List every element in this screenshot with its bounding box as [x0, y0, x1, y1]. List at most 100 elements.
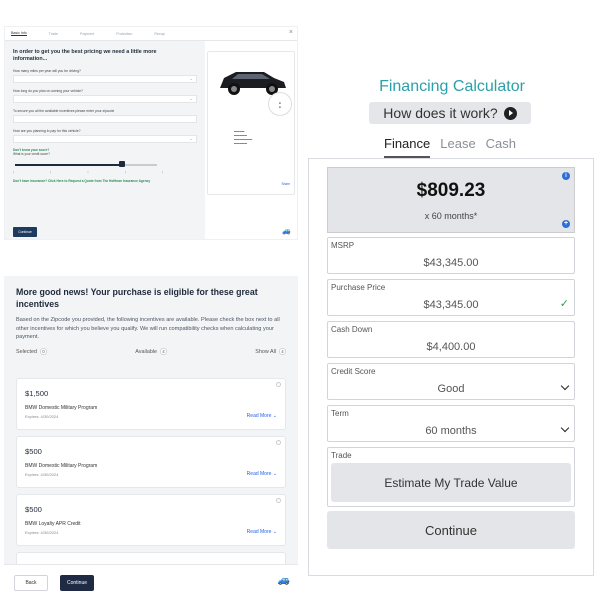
payment-type-tabs: Finance Lease Cash	[384, 136, 526, 158]
incentives-panel: More good news! Your purchase is eligibl…	[4, 276, 298, 596]
chevron-down-icon: ⌄	[189, 96, 193, 101]
slider-handle[interactable]	[118, 161, 125, 167]
question-miles: How many miles per year will you be driv…	[13, 69, 81, 73]
purchase-price-value: $43,345.00	[423, 299, 479, 311]
incentive-card[interactable]: $1,500 BMW Domestic Military Program Exp…	[16, 378, 286, 430]
cash-down-field[interactable]: Cash Down $4,400.00	[327, 321, 575, 358]
incentives-footer: Back Continue 🚙	[4, 564, 298, 596]
incentive-checkbox[interactable]	[276, 440, 281, 445]
incentive-expiry: Expires: 4/30/2024	[25, 530, 59, 535]
car-icon: 🚙	[282, 228, 291, 235]
read-more-link[interactable]: Read More ⌄	[247, 413, 277, 419]
selected-count-badge: 0	[39, 347, 47, 355]
tab-cash[interactable]: Cash	[486, 136, 516, 158]
question-zipcode: To secure you all the available incentiv…	[13, 109, 115, 113]
play-icon	[503, 106, 517, 120]
slider-scale: | | | | |	[13, 170, 163, 174]
zipcode-input[interactable]	[13, 115, 197, 123]
share-link[interactable]: Share	[281, 182, 290, 186]
term-select[interactable]: Term 60 months	[327, 405, 575, 442]
incentives-title: More good news! Your purchase is eligibl…	[16, 287, 258, 309]
tab-available[interactable]: Available 4	[135, 347, 168, 355]
estimate-trade-button[interactable]: Estimate My Trade Value	[331, 463, 571, 502]
trade-in-wizard-panel: Basic Info Trade Payment Protection Reca…	[4, 26, 298, 240]
question-payment: How are you planning to pay for this veh…	[13, 129, 81, 133]
chevron-down-icon: ⌄	[272, 413, 277, 419]
continue-button[interactable]: Continue	[60, 575, 94, 591]
checkmark-icon: ✓	[559, 298, 569, 310]
payment-term: x 60 months*	[424, 211, 478, 221]
step-basic-info[interactable]: Basic Info	[11, 31, 27, 36]
how-it-works-button[interactable]: How does it work?	[369, 102, 531, 124]
monthly-payment: $809.23	[416, 180, 486, 201]
expand-icon[interactable]: +	[562, 220, 570, 228]
purchase-price-label: Purchase Price	[331, 283, 386, 292]
msrp-label: MSRP	[331, 241, 355, 250]
step-payment[interactable]: Payment	[80, 32, 94, 36]
incentive-name: BMW Domestic Military Program	[25, 405, 98, 411]
car-icon: 🚙	[277, 575, 290, 586]
wizard-continue-button[interactable]: Continue	[13, 227, 37, 237]
incentive-expiry: Expires: 4/30/2024	[25, 414, 59, 419]
vehicle-details: ▬▬▬▬ ▬▬▬▬▬ ▬▬▬▬▬▬▬ ▬▬▬▬▬	[234, 130, 253, 145]
msrp-field[interactable]: MSRP $43,345.00	[327, 237, 575, 274]
credit-score-question: What is your credit score?	[13, 152, 50, 156]
read-more-link[interactable]: Read More ⌄	[247, 529, 277, 535]
calculator-continue-button[interactable]: Continue	[327, 511, 575, 549]
incentive-card[interactable]: $500 BMW Loyalty APR Credit Expires: 4/3…	[16, 494, 286, 546]
showall-count-badge: 4	[278, 347, 286, 355]
price-bubble: ● ●	[268, 92, 292, 116]
wizard-form: In order to get you the best pricing we …	[5, 41, 205, 239]
credit-score-slider[interactable]	[13, 158, 197, 170]
credit-score-select[interactable]: Credit Score Good	[327, 363, 575, 400]
close-icon[interactable]: ×	[289, 29, 293, 36]
incentive-expiry: Expires: 4/30/2024	[25, 472, 59, 477]
step-protection[interactable]: Protection	[116, 32, 132, 36]
cash-down-label: Cash Down	[331, 325, 373, 334]
msrp-value: $43,345.00	[423, 257, 479, 269]
tab-finance[interactable]: Finance	[384, 136, 431, 158]
trade-section: Trade Estimate My Trade Value	[327, 447, 575, 507]
incentive-amount: $500	[25, 505, 42, 514]
cash-down-value: $4,400.00	[426, 341, 476, 353]
calculator-title: Financing Calculator	[379, 78, 525, 95]
tab-lease[interactable]: Lease	[440, 136, 475, 158]
incentives-body: More good news! Your purchase is eligibl…	[4, 276, 298, 596]
term-label: Term	[331, 409, 349, 418]
slider-fill	[15, 164, 122, 166]
miles-select[interactable]: ⌄	[13, 75, 197, 83]
credit-score-label: Credit Score	[331, 367, 376, 376]
step-trade[interactable]: Trade	[49, 32, 58, 36]
info-icon[interactable]: i	[562, 172, 570, 180]
chevron-down-icon: ⌄	[272, 529, 277, 535]
wizard-steps: Basic Info Trade Payment Protection Reca…	[5, 27, 297, 41]
question-ownership: How long do you plan on owning your vehi…	[13, 89, 83, 93]
tab-selected[interactable]: Selected 0	[16, 347, 47, 355]
purchase-price-field[interactable]: Purchase Price $43,345.00 ✓	[327, 279, 575, 316]
step-recap[interactable]: Recap	[154, 32, 164, 36]
read-more-link[interactable]: Read More ⌄	[247, 471, 277, 477]
incentive-card[interactable]: $500 BMW Domestic Military Program Expir…	[16, 436, 286, 488]
credit-score-value: Good	[437, 383, 465, 395]
incentive-name: BMW Domestic Military Program	[25, 463, 98, 469]
trade-label: Trade	[331, 451, 352, 460]
incentive-checkbox[interactable]	[276, 382, 281, 387]
chevron-down-icon: ⌄	[189, 76, 193, 81]
payment-select[interactable]: ⌄	[13, 135, 197, 143]
incentive-name: BMW Loyalty APR Credit	[25, 521, 81, 527]
chevron-down-icon: ⌄	[272, 471, 277, 477]
ownership-select[interactable]: ⌄	[13, 95, 197, 103]
wizard-title: In order to get you the best pricing we …	[13, 49, 157, 62]
financing-calculator: Financing Calculator How does it work? F…	[308, 60, 596, 576]
incentive-checkbox[interactable]	[276, 498, 281, 503]
payment-summary: i $809.23 x 60 months* +	[327, 167, 575, 233]
incentives-description: Based on the Zipcode you provided, the f…	[16, 317, 280, 341]
tab-show-all[interactable]: Show All 4	[255, 347, 286, 355]
term-value: 60 months	[425, 425, 477, 437]
back-button[interactable]: Back	[14, 575, 48, 591]
insurance-link[interactable]: Don't have insurance? Click Here to Requ…	[13, 179, 197, 183]
incentive-amount: $500	[25, 447, 42, 456]
incentive-filter-tabs: Selected 0 Available 4 Show All 4	[16, 347, 286, 355]
vehicle-card: ● ● ▬▬▬▬ ▬▬▬▬▬ ▬▬▬▬▬▬▬ ▬▬▬▬▬ Share	[207, 51, 295, 195]
calculator-form: i $809.23 x 60 months* + MSRP $43,345.00…	[308, 158, 594, 576]
